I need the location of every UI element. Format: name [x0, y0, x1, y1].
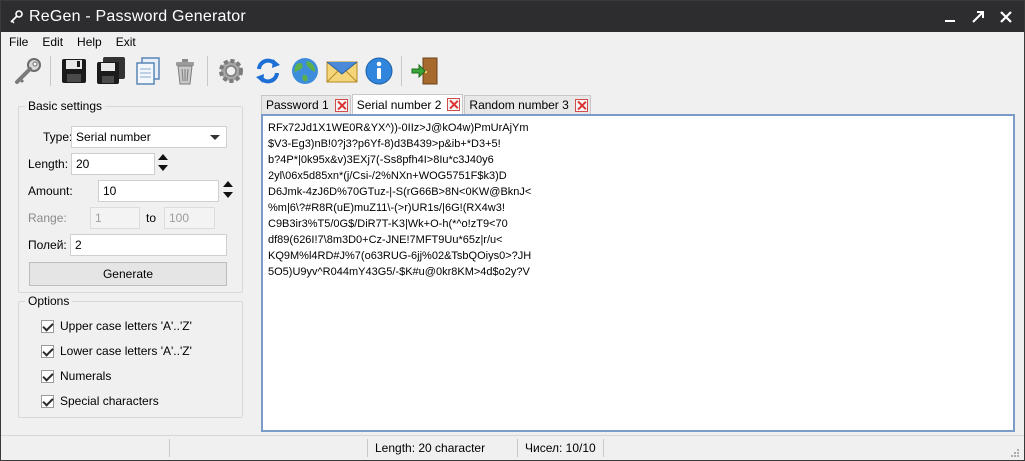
menu-exit[interactable]: Exit: [116, 35, 136, 49]
window-title: ReGen - Password Generator: [29, 7, 246, 25]
checkbox-checked-icon[interactable]: [41, 369, 54, 383]
toolbar-separator: [401, 56, 402, 86]
delete-icon[interactable]: [166, 53, 203, 89]
spin-down-icon[interactable]: [223, 192, 233, 198]
tab-serial-number-2[interactable]: Serial number 2: [351, 94, 464, 114]
tab-random-number-3[interactable]: Random number 3: [464, 95, 591, 114]
chevron-down-icon: [210, 135, 220, 140]
output-line: D6Jmk-4zJ6D%70GTuz-|-S(rG66B>8N<0KW@BknJ…: [268, 186, 532, 198]
numerals-checkbox[interactable]: Numerals: [41, 369, 111, 383]
save-icon[interactable]: [55, 53, 92, 89]
lowercase-checkbox[interactable]: Lower case letters 'A'..'Z': [41, 344, 192, 358]
amount-spinner[interactable]: [223, 180, 233, 202]
close-icon[interactable]: [994, 5, 1018, 29]
uppercase-checkbox[interactable]: Upper case letters 'A'..'Z': [41, 319, 192, 333]
toolbar-separator: [50, 56, 51, 86]
checkbox-checked-icon[interactable]: [41, 344, 54, 358]
output-line: 2yl\06x5d85xn*(j/Csi-/2%NXn+WOG5751F$k3)…: [268, 170, 507, 182]
lowercase-label: Lower case letters 'A'..'Z': [60, 344, 192, 358]
range-to-label: to: [146, 211, 157, 225]
field-count-input[interactable]: 2: [70, 234, 227, 256]
exit-door-icon[interactable]: [406, 53, 443, 89]
output-line: b?4P*|0k95x&v)3EXj7(-Ss8pfh4I>8Iu*c3J40y…: [268, 154, 494, 166]
title-bar: ReGen - Password Generator: [1, 1, 1024, 32]
toolbar-separator: [207, 56, 208, 86]
status-length: Length: 20 character: [375, 441, 486, 455]
copy-icon[interactable]: [129, 53, 166, 89]
minimize-icon[interactable]: [938, 5, 962, 29]
length-spinner[interactable]: [158, 153, 168, 175]
uppercase-label: Upper case letters 'A'..'Z': [60, 319, 192, 333]
status-divider: [603, 439, 604, 457]
options-title: Options: [25, 294, 73, 308]
app-window: ReGen - Password Generator File Edit Hel…: [0, 0, 1025, 461]
type-label: Type:: [43, 130, 73, 144]
resize-grip-icon[interactable]: [1010, 447, 1020, 457]
range-label: Range:: [28, 211, 67, 225]
length-input[interactable]: 20: [71, 153, 155, 175]
range-from-input[interactable]: 1: [90, 207, 140, 229]
type-select-value: Serial number: [76, 130, 151, 144]
refresh-icon[interactable]: [249, 53, 286, 89]
numerals-label: Numerals: [60, 369, 112, 383]
tab-strip: Password 1 Serial number 2 Random number…: [261, 94, 592, 114]
amount-input[interactable]: 10: [98, 180, 219, 202]
field-count-label: Полей:: [28, 238, 67, 252]
tab-label: Random number 3: [469, 98, 569, 112]
status-count: Чисел: 10/10: [525, 441, 596, 455]
toolbar: [1, 51, 1024, 91]
special-chars-label: Special characters: [60, 394, 159, 408]
menu-file[interactable]: File: [9, 35, 28, 49]
save-all-icon[interactable]: [92, 53, 129, 89]
tab-password-1[interactable]: Password 1: [261, 95, 351, 114]
checkbox-checked-icon[interactable]: [41, 319, 54, 333]
globe-icon[interactable]: [286, 53, 323, 89]
settings-icon[interactable]: [212, 53, 249, 89]
maximize-icon[interactable]: [966, 5, 990, 29]
menu-bar: File Edit Help Exit: [1, 32, 1024, 51]
info-icon[interactable]: [360, 53, 397, 89]
key-icon[interactable]: [9, 53, 46, 89]
basic-settings-title: Basic settings: [25, 99, 106, 113]
menu-help[interactable]: Help: [77, 35, 102, 49]
length-label: Length:: [28, 157, 69, 171]
output-line: KQ9M%l4RD#J%7(o63RUG-6jj%02&TsbQOiys0>?J…: [268, 250, 532, 262]
close-tab-icon[interactable]: [574, 98, 588, 112]
output-text-area[interactable]: RFx72Jd1X1WE0R&YX^))-0IIz>J@kO4w)PmUrAjY…: [261, 114, 1015, 432]
tab-label: Password 1: [266, 98, 329, 112]
output-line: %m|6\?#R8R(uE)muZ11\-(>r)UR1s/|6G!(RX4w3…: [268, 202, 505, 214]
spin-down-icon[interactable]: [158, 165, 168, 171]
checkbox-checked-icon[interactable]: [41, 394, 54, 408]
output-line: df89(626I!7\8m3D0+Cz-JNE!7MFT9Uu*65z|r/u…: [268, 234, 503, 246]
spin-up-icon[interactable]: [158, 154, 168, 160]
window-controls: [934, 1, 1018, 32]
close-tab-icon[interactable]: [447, 98, 461, 111]
output-line: RFx72Jd1X1WE0R&YX^))-0IIz>J@kO4w)PmUrAjY…: [268, 122, 529, 134]
output-line: C9B3ir3%T5/0G$/DiR7T-K3|Wk+O-h(*^o!zT9<7…: [268, 218, 508, 230]
output-line: $V3-Eg3)nB!0?j3?p6Yf-8)d3B439>p&ib+*D3+5…: [268, 138, 501, 150]
output-line: 5O5)U9yv^R044mY43G5/-$K#u@0kr8KM>4d$o2y?…: [268, 266, 530, 278]
generate-button[interactable]: Generate: [29, 262, 227, 286]
menu-edit[interactable]: Edit: [42, 35, 63, 49]
status-divider: [169, 439, 170, 457]
close-tab-icon[interactable]: [334, 98, 348, 112]
spin-up-icon[interactable]: [223, 181, 233, 187]
tab-label: Serial number 2: [356, 97, 442, 112]
mail-icon[interactable]: [323, 53, 360, 89]
type-select[interactable]: Serial number: [71, 126, 227, 148]
key-app-icon: [9, 9, 23, 24]
status-bar: Length: 20 character Чисел: 10/10: [1, 435, 1024, 460]
range-to-input[interactable]: 100: [164, 207, 215, 229]
special-chars-checkbox[interactable]: Special characters: [41, 394, 159, 408]
amount-label: Amount:: [28, 184, 73, 198]
